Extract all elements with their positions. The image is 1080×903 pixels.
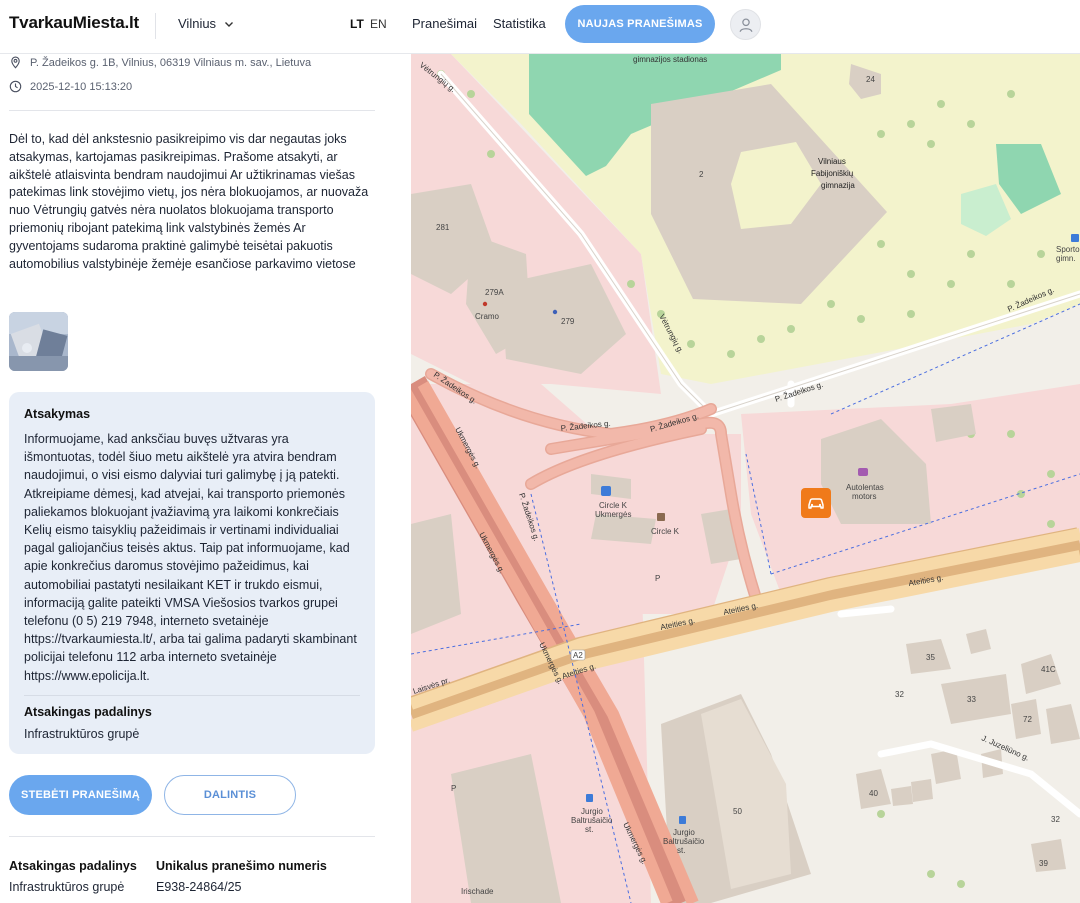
footer-unit-label: Atsakingas padalinys: [9, 859, 137, 873]
map-label: 50: [733, 807, 742, 816]
map-label: st.: [585, 825, 593, 834]
bus-stop-icon: [1071, 234, 1079, 242]
map-label: 33: [967, 695, 976, 704]
map-label: Sporto: [1056, 245, 1080, 254]
bus-stop-icon: [586, 794, 593, 802]
map-label: P: [655, 574, 660, 583]
map-label: gimnazija: [821, 181, 855, 190]
cramo-poi-icon: [482, 301, 488, 307]
location-pin-icon: [11, 56, 20, 69]
report-address: P. Žadeikos g. 1B, Vilnius, 06319 Vilnia…: [30, 56, 312, 69]
map-label: Jurgio: [673, 828, 695, 837]
share-button[interactable]: DALINTIS: [164, 775, 296, 815]
footer-unit-value: Infrastruktūros grupė: [9, 880, 125, 894]
map-view[interactable]: gimnazijos stadionas Vilniaus Fabijonišk…: [411, 54, 1080, 903]
footer-unit: Atsakingas padalinys Infrastruktūros gru…: [9, 859, 137, 894]
footer-id-value: E938-24864/25: [156, 880, 242, 894]
map-label: Baltrušaičio: [571, 816, 613, 825]
map-label: 2: [699, 170, 704, 179]
follow-report-button[interactable]: STEBĖTI PRANEŠIMĄ: [9, 775, 152, 815]
answer-box: Atsakymas Informuojame, kad anksčiau buv…: [9, 392, 375, 754]
map-label: Circle K: [651, 527, 680, 536]
map-label: 279: [561, 317, 575, 326]
answer-text: Informuojame, kad anksčiau buvęs užtvara…: [24, 432, 357, 683]
map-label: Irischade: [461, 887, 494, 896]
map-label: Ukmergės: [595, 510, 631, 519]
map-label: Autolentas: [846, 483, 884, 492]
map-label: motors: [852, 492, 876, 501]
map-label: Circle K: [599, 501, 628, 510]
map-label: gimnazijos stadionas: [633, 55, 707, 64]
footer-report-id: Unikalus pranešimo numeris E938-24864/25: [156, 859, 327, 894]
report-description: Dėl to, kad dėl ankstesnio pasikreipimo …: [9, 131, 373, 273]
map-label: A2: [573, 651, 583, 660]
map-canvas[interactable]: gimnazijos stadionas Vilniaus Fabijonišk…: [411, 54, 1080, 903]
map-label: 72: [1023, 715, 1032, 724]
map-label: Cramo: [475, 312, 500, 321]
language-lt[interactable]: LT: [350, 17, 364, 31]
map-label: Jurgio: [581, 807, 603, 816]
report-photo-thumbnail[interactable]: [9, 312, 68, 371]
report-address-row: P. Žadeikos g. 1B, Vilnius, 06319 Vilnia…: [9, 56, 311, 69]
map-label: 24: [866, 75, 875, 84]
bus-stop-icon: [679, 816, 686, 824]
top-navbar: TvarkauMiesta.lt Vilnius LT EN Pranešima…: [0, 0, 1080, 54]
map-label: Baltrušaičio: [663, 837, 705, 846]
clock-icon: [9, 80, 22, 93]
car-icon: [808, 498, 824, 509]
map-label: 41C: [1041, 665, 1056, 674]
map-label: 35: [926, 653, 935, 662]
answer-unit-label: Atsakingas padalinys: [24, 704, 152, 719]
nav-statistics-link[interactable]: Statistika: [493, 16, 546, 31]
answer-unit-value: Infrastruktūros grupė: [24, 726, 140, 741]
car-dealer-icon: [858, 468, 868, 476]
map-label: 32: [895, 690, 904, 699]
answer-title: Atsakymas: [24, 407, 91, 421]
language-en[interactable]: EN: [370, 17, 387, 31]
map-label: gimn.: [1056, 254, 1076, 263]
poi-dot-icon: [552, 309, 558, 315]
fuel-station-icon: [601, 486, 611, 496]
report-date-row: 2025-12-10 15:13:20: [9, 80, 132, 93]
divider: [9, 836, 375, 837]
city-selector-label: Vilnius: [178, 16, 217, 31]
chevron-down-icon: [225, 21, 234, 27]
user-icon: [739, 18, 752, 32]
header-divider: [155, 13, 156, 39]
nav-reports-link[interactable]: Pranešimai: [412, 16, 477, 31]
footer-id-label: Unikalus pranešimo numeris: [156, 859, 327, 873]
report-description-text: Dėl to, kad dėl ankstesnio pasikreipimo …: [9, 132, 369, 271]
report-details-panel: P. Žadeikos g. 1B, Vilnius, 06319 Vilnia…: [0, 54, 411, 903]
map-label: Fabijoniškių: [811, 169, 854, 178]
site-logo[interactable]: TvarkauMiesta.lt: [9, 13, 139, 33]
photo-image: [9, 312, 68, 371]
report-location-marker[interactable]: [801, 488, 831, 518]
map-label: st.: [677, 846, 685, 855]
divider: [24, 694, 360, 696]
shop-icon: [657, 513, 665, 521]
map-label: 279A: [485, 288, 504, 297]
map-label: 39: [1039, 859, 1048, 868]
map-label: P: [451, 784, 456, 793]
map-label: 32: [1051, 815, 1060, 824]
new-report-button[interactable]: NAUJAS PRANEŠIMAS: [565, 5, 715, 43]
map-label: 281: [436, 223, 450, 232]
divider: [9, 110, 375, 111]
map-label: Vilniaus: [818, 157, 846, 166]
report-datetime: 2025-12-10 15:13:20: [30, 80, 133, 93]
map-label: 40: [869, 789, 878, 798]
city-selector[interactable]: Vilnius: [178, 16, 234, 31]
user-avatar[interactable]: [730, 9, 761, 40]
